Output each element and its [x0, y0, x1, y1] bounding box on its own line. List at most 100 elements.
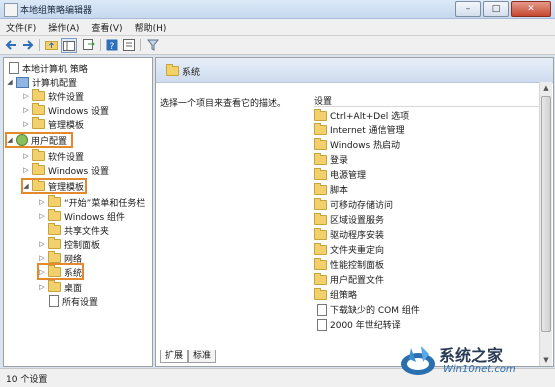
folder-icon	[32, 117, 45, 129]
expand-arrow-icon[interactable]: ▷	[22, 106, 30, 114]
list-item-label: 驱动程序安装	[330, 231, 385, 241]
list-item-label: 用户配置文件	[330, 276, 385, 286]
minimize-button[interactable]: –	[455, 1, 481, 17]
list-item[interactable]: 性能控制面板	[314, 257, 385, 271]
folder-icon	[314, 182, 327, 195]
tree-item-label: 桌面	[64, 283, 83, 294]
scrollbar-thumb[interactable]	[541, 96, 551, 332]
tree-item-software-settings[interactable]: ▷ 软件设置	[22, 89, 84, 103]
folder-icon	[48, 223, 61, 235]
list-item[interactable]: 文件夹重定向	[314, 242, 385, 256]
list-item-label: 下载缺少的 COM 组件	[330, 306, 420, 316]
svg-text:?: ?	[110, 42, 115, 51]
list-item[interactable]: 用户配置文件	[314, 272, 385, 286]
list-item[interactable]: 登录	[314, 152, 349, 166]
tree-item-label: Windows 设置	[48, 166, 110, 177]
settings-doc-icon	[49, 295, 59, 307]
expand-arrow-icon[interactable]: ▷	[38, 240, 46, 248]
list-item[interactable]: 下载缺少的 COM 组件	[314, 303, 420, 316]
menu-file[interactable]: 文件(F)	[0, 19, 42, 35]
tree-item-label: 所有设置	[62, 297, 99, 308]
list-item[interactable]: 可移动存储访问	[314, 197, 394, 211]
status-text: 10 个设置	[6, 375, 48, 385]
close-button[interactable]: ✕	[511, 1, 551, 17]
tree-item-user-software-settings[interactable]: ▷ 软件设置	[22, 149, 84, 163]
column-header-setting[interactable]: 设置	[314, 94, 539, 107]
help-icon[interactable]: ?	[105, 38, 119, 51]
list-item[interactable]: 电源管理	[314, 167, 366, 181]
expand-arrow-icon[interactable]: ▷	[22, 152, 30, 160]
list-item[interactable]: 区域设置服务	[314, 212, 384, 226]
highlight-user-config	[5, 132, 73, 148]
list-item-label: 性能控制面板	[330, 261, 385, 271]
tab-standard[interactable]: 标准	[188, 350, 217, 363]
expand-arrow-icon[interactable]: ▷	[22, 120, 30, 128]
watermark-logo-icon	[401, 346, 435, 375]
properties-icon[interactable]	[122, 38, 136, 51]
scroll-up-icon[interactable]: ▲	[540, 82, 552, 94]
folder-icon	[314, 212, 327, 225]
expand-arrow-icon[interactable]: ▷	[38, 283, 46, 291]
list-item-label: 登录	[330, 156, 349, 166]
list-item[interactable]: Internet 通信管理	[314, 122, 405, 136]
menu-action[interactable]: 操作(A)	[42, 19, 85, 35]
collapse-arrow-icon[interactable]: ◢	[6, 78, 14, 86]
folder-icon	[314, 242, 327, 255]
toolbar: ?	[0, 36, 555, 55]
list-item[interactable]: 2000 年世纪转译	[314, 318, 401, 331]
tree-item-label: 控制面板	[64, 240, 101, 251]
tab-extended[interactable]: 扩展	[160, 350, 189, 363]
list-item-label: Ctrl+Alt+Del 选项	[330, 112, 410, 122]
tree-pane: 本地计算机 策略 ◢ 计算机配置 ▷ 软件设置 ▷ Windows 设置 ▷ 管…	[3, 57, 153, 367]
toolbar-separator	[100, 39, 101, 51]
expand-arrow-icon[interactable]: ▷	[38, 212, 46, 220]
tree-item-label: 共享文件夹	[64, 226, 110, 237]
vertical-scrollbar[interactable]: ▲ ▼	[539, 82, 552, 366]
tree-item-admin-templates[interactable]: ▷ 管理模板	[22, 117, 84, 131]
expand-arrow-icon[interactable]: ▷	[22, 92, 30, 100]
list-item[interactable]: 脚本	[314, 182, 349, 196]
expand-arrow-icon[interactable]: ▷	[38, 254, 46, 262]
filter-icon[interactable]	[146, 38, 160, 51]
tree-item-computer-config[interactable]: ◢ 计算机配置	[6, 75, 77, 89]
list-item[interactable]: 驱动程序安装	[314, 227, 385, 241]
export-list-icon[interactable]	[82, 38, 96, 51]
tree-item-user-windows-settings[interactable]: ▷ Windows 设置	[22, 163, 109, 177]
show-hide-tree-icon[interactable]	[61, 38, 77, 53]
tree-item-start-menu-taskbar[interactable]: ▷ “开始”菜单和任务栏	[38, 195, 145, 209]
list-item[interactable]: 组策略	[314, 287, 357, 301]
back-arrow-icon[interactable]	[4, 38, 18, 51]
tree-item-control-panel[interactable]: ▷ 控制面板	[38, 237, 100, 251]
tree-item-label: 计算机配置	[32, 78, 78, 89]
tree-item-windows-settings[interactable]: ▷ Windows 设置	[22, 103, 109, 117]
expand-arrow-icon[interactable]: ▷	[22, 166, 30, 174]
tree-item-label: 管理模板	[48, 120, 85, 131]
description-text: 选择一个项目来查看它的描述。	[160, 99, 287, 109]
expand-arrow-icon[interactable]: ▷	[38, 198, 46, 206]
setting-doc-icon	[317, 318, 327, 331]
up-folder-icon[interactable]	[44, 38, 58, 51]
list-item-label: 文件夹重定向	[330, 246, 385, 256]
list-item[interactable]: Ctrl+Alt+Del 选项	[314, 108, 410, 122]
folder-icon	[166, 64, 179, 76]
folder-icon	[314, 167, 327, 180]
tree-item-shared-folders[interactable]: 共享文件夹	[38, 223, 109, 237]
folder-icon	[314, 272, 327, 285]
forward-arrow-icon[interactable]	[21, 38, 35, 51]
menu-view[interactable]: 查看(V)	[85, 19, 128, 35]
tree-item-label: 软件设置	[48, 152, 85, 163]
folder-icon	[32, 103, 45, 115]
tree-item-desktop[interactable]: ▷ 桌面	[38, 280, 82, 294]
tree-item-all-settings[interactable]: 所有设置	[38, 294, 98, 308]
folder-icon	[314, 287, 327, 300]
list-item-label: 可移动存储访问	[330, 201, 394, 211]
folder-icon	[32, 149, 45, 161]
list-item[interactable]: Windows 热启动	[314, 137, 401, 151]
list-item-label: 脚本	[330, 186, 349, 196]
maximize-button[interactable]: □	[483, 1, 509, 17]
tree-item-windows-components[interactable]: ▷ Windows 组件	[38, 209, 125, 223]
tree-item-local-policy[interactable]: 本地计算机 策略	[6, 61, 88, 75]
list-item-label: Windows 热启动	[330, 141, 401, 151]
tree-item-label: 本地计算机 策略	[22, 64, 88, 75]
menu-help[interactable]: 帮助(H)	[129, 19, 173, 35]
